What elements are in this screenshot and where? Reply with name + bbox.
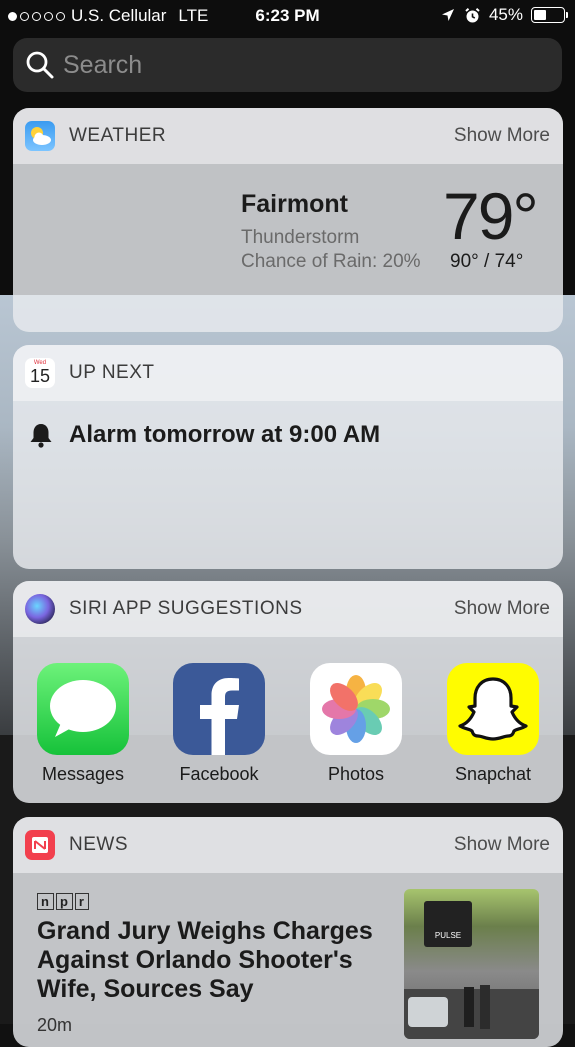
weather-rain-chance: Chance of Rain: 20% (241, 251, 421, 272)
siri-header: SIRI APP SUGGESTIONS Show More (13, 581, 563, 637)
search-icon (26, 51, 54, 79)
weather-condition: Thunderstorm (241, 227, 360, 248)
weather-widget[interactable]: WEATHER Show More Fairmont Thunderstorm … (13, 108, 563, 332)
up-next-title: UP NEXT (69, 362, 155, 383)
app-label-messages: Messages (41, 764, 125, 784)
weather-city: Fairmont (241, 190, 348, 218)
source-letter: p (55, 893, 73, 910)
news-header: NEWS Show More (13, 817, 563, 873)
news-source-logo: npr (37, 893, 91, 911)
thumbnail-sign-text: PULSE (434, 931, 462, 940)
app-messages[interactable]: Messages (23, 663, 143, 785)
news-timestamp: 20m (37, 1015, 73, 1035)
calendar-day: 15 (29, 366, 51, 386)
news-headline[interactable]: Grand Jury Weighs Charges Against Orland… (37, 917, 387, 1004)
news-widget[interactable]: NEWS Show More npr Grand Jury Weighs Cha… (13, 817, 563, 1047)
siri-title: SIRI APP SUGGESTIONS (69, 598, 303, 619)
up-next-widget[interactable]: Wed 15 UP NEXT Alarm tomorrow at 9:00 AM (13, 345, 563, 569)
location-arrow-icon (441, 9, 454, 21)
app-snapchat[interactable]: Snapchat (433, 663, 553, 785)
messages-icon (37, 663, 129, 755)
app-facebook[interactable]: Facebook (159, 663, 279, 785)
weather-high-low: 90° / 74° (450, 251, 524, 272)
facebook-icon (173, 663, 265, 755)
photos-icon (310, 663, 402, 755)
weather-header: WEATHER Show More (13, 108, 563, 164)
app-suggestions-row: Messages Facebook Photos Snapchat (13, 663, 563, 793)
weather-title: WEATHER (69, 125, 167, 146)
siri-suggestions-widget[interactable]: SIRI APP SUGGESTIONS Show More Messages … (13, 581, 563, 803)
app-photos[interactable]: Photos (296, 663, 416, 785)
app-label-photos: Photos (327, 764, 385, 784)
weather-temperature: 79° (443, 179, 539, 253)
weather-app-icon (25, 121, 55, 151)
battery-percent: 45% (488, 5, 523, 24)
bell-icon (30, 424, 52, 448)
search-field[interactable]: Search (13, 38, 562, 92)
news-title: NEWS (69, 834, 128, 855)
calendar-app-icon: Wed 15 (25, 358, 55, 388)
siri-icon (25, 594, 55, 624)
weather-show-more-button[interactable]: Show More (454, 125, 550, 147)
source-letter: n (37, 893, 54, 910)
source-letter: r (74, 893, 89, 910)
siri-show-more-button[interactable]: Show More (454, 598, 550, 620)
alarm-event-label[interactable]: Alarm tomorrow at 9:00 AM (69, 421, 380, 449)
news-app-icon (25, 830, 55, 860)
up-next-header: Wed 15 UP NEXT (13, 345, 563, 401)
alarm-clock-icon (465, 7, 480, 22)
news-show-more-button[interactable]: Show More (454, 834, 550, 856)
status-bar: U.S. Cellular LTE 6:23 PM 45% (0, 0, 575, 32)
news-thumbnail-image[interactable]: PULSE (404, 889, 539, 1039)
battery-icon (531, 7, 568, 23)
search-placeholder: Search (63, 50, 143, 79)
snapchat-ghost-icon (447, 663, 539, 755)
app-label-snapchat: Snapchat (454, 764, 532, 784)
app-label-facebook: Facebook (179, 764, 259, 784)
status-right: 45% (440, 5, 568, 25)
